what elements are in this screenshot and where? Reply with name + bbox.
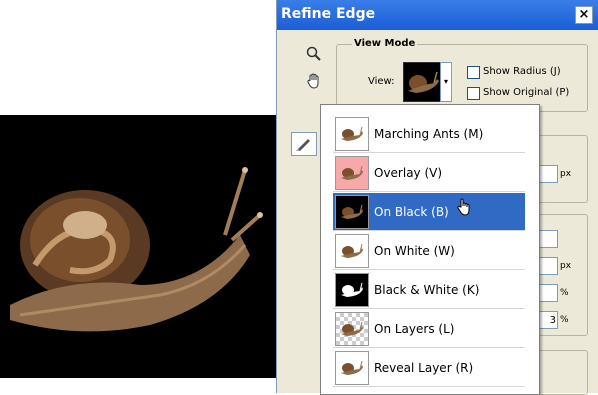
menu-item-reveal-layer[interactable]: Reveal Layer (R) xyxy=(333,349,525,387)
zoom-tool-icon[interactable] xyxy=(304,46,324,66)
on-black-thumbnail xyxy=(335,195,369,229)
dialog-title: Refine Edge xyxy=(281,6,376,22)
marching-ants-thumbnail xyxy=(335,117,369,151)
view-mode-thumbnail[interactable] xyxy=(403,62,443,102)
show-radius-checkbox[interactable] xyxy=(467,66,480,79)
on-layers-thumbnail xyxy=(335,312,369,346)
menu-item-on-black[interactable]: On Black (B) xyxy=(333,193,525,231)
shift-edge-unit: % xyxy=(560,315,569,325)
menu-item-on-white[interactable]: On White (W) xyxy=(333,232,525,270)
overlay-thumbnail xyxy=(335,156,369,190)
hand-tool-icon[interactable] xyxy=(304,72,324,92)
close-button[interactable]: × xyxy=(575,6,593,24)
menu-item-overlay[interactable]: Overlay (V) xyxy=(333,154,525,192)
show-original-checkbox[interactable] xyxy=(467,87,480,100)
show-original-label: Show Original (P) xyxy=(483,87,570,98)
menu-item-marching-ants[interactable]: Marching Ants (M) xyxy=(333,115,525,153)
menu-item-label: On White (W) xyxy=(374,244,455,258)
menu-item-label: Marching Ants (M) xyxy=(374,127,484,141)
view-dropdown-arrow[interactable]: ▾ xyxy=(440,62,452,102)
radius-unit: px xyxy=(560,169,572,179)
hand-cursor-icon xyxy=(457,198,471,220)
on-white-thumbnail xyxy=(335,234,369,268)
view-mode-title: View Mode xyxy=(352,38,418,49)
reveal-layer-thumbnail xyxy=(335,351,369,385)
title-bar: Refine Edge × xyxy=(277,0,598,30)
black-white-thumbnail xyxy=(335,273,369,307)
menu-item-black-white[interactable]: Black & White (K) xyxy=(333,271,525,309)
snail-image xyxy=(10,167,263,332)
menu-item-label: Reveal Layer (R) xyxy=(374,361,474,375)
refine-edge-dialog: Refine Edge × View Mode View: ▾ Show Rad… xyxy=(276,0,598,395)
view-mode-menu: Marching Ants (M) Overlay (V) On Black (… xyxy=(320,104,540,395)
menu-item-label: Overlay (V) xyxy=(374,166,443,180)
contrast-unit: % xyxy=(560,288,569,298)
refine-radius-tool-button[interactable] xyxy=(291,132,317,156)
feather-unit: px xyxy=(560,261,572,271)
show-radius-label: Show Radius (J) xyxy=(483,66,561,77)
menu-item-label: On Black (B) xyxy=(374,205,449,219)
menu-item-label: On Layers (L) xyxy=(374,322,455,336)
menu-item-on-layers[interactable]: On Layers (L) xyxy=(333,310,525,348)
view-label: View: xyxy=(368,76,395,87)
menu-item-label: Black & White (K) xyxy=(374,283,480,297)
